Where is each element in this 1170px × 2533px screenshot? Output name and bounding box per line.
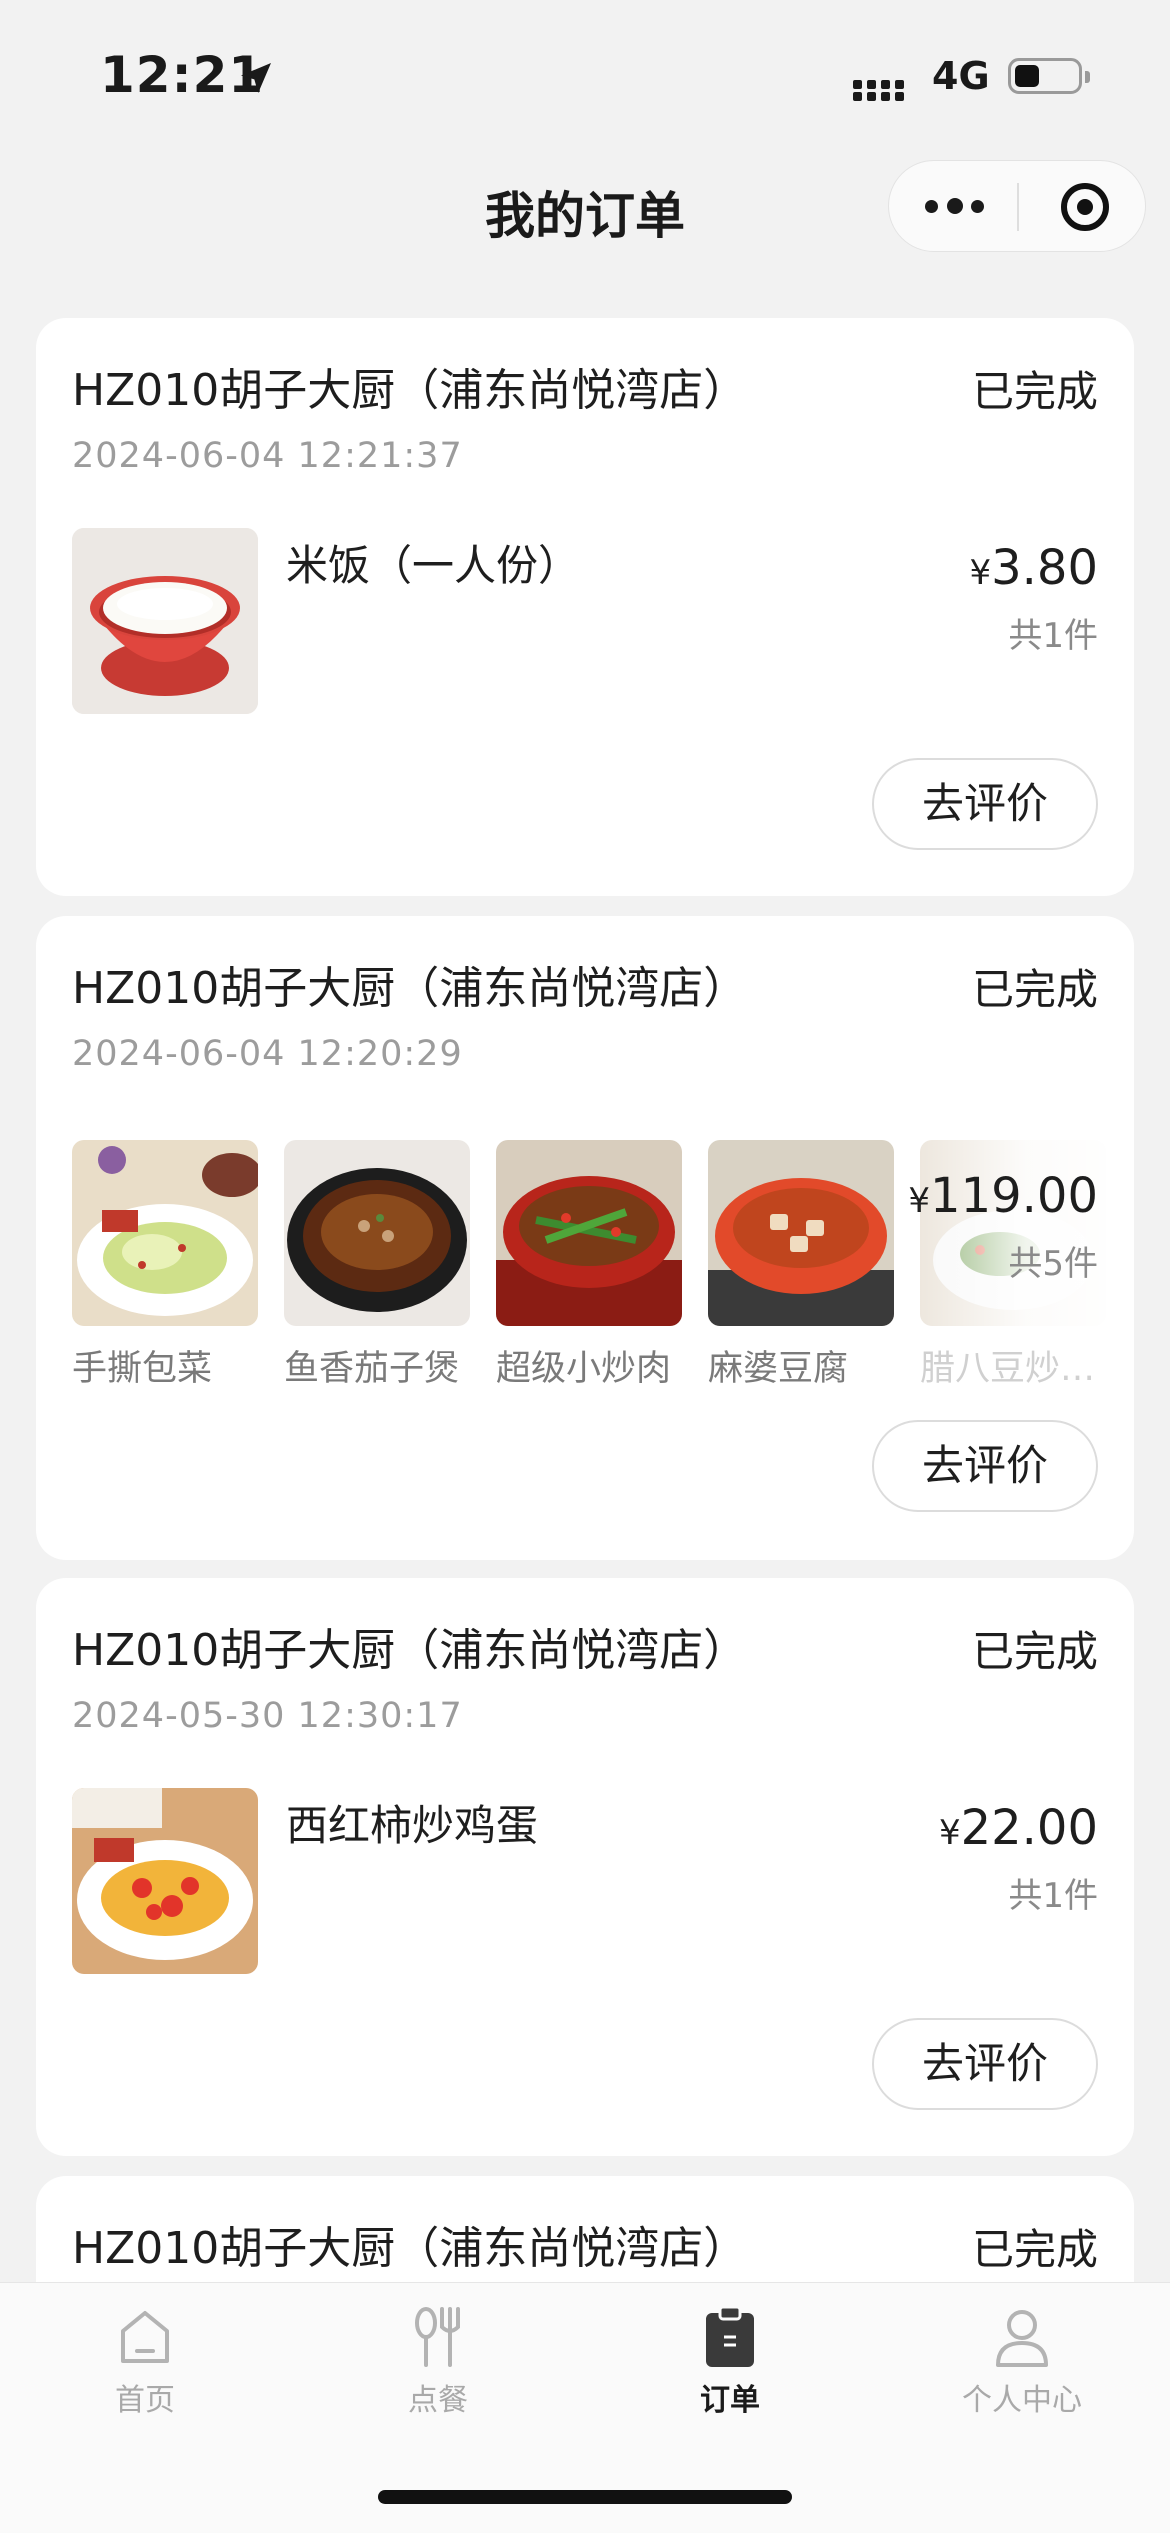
target-circle-icon[interactable] [1061, 183, 1109, 231]
price-value: 22.00 [960, 1800, 1098, 1856]
order-status: 已完成 [971, 2225, 1098, 2274]
dish-image [496, 1140, 682, 1326]
currency-symbol: ¥ [908, 1181, 931, 1221]
location-arrow-icon [241, 63, 271, 93]
tab-profile[interactable]: 个人中心 [922, 2305, 1122, 2419]
store-name: HZ010胡子大厨（浦东尚悦湾店） [72, 2223, 748, 2274]
tab-label: 点餐 [408, 2383, 468, 2418]
order-price: ¥3.80 [969, 540, 1098, 596]
mini-program-capsule [888, 160, 1146, 252]
currency-symbol: ¥ [969, 553, 992, 593]
item-count: 共5件 [1008, 1244, 1098, 1284]
battery-icon [1008, 58, 1090, 94]
more-dots-icon[interactable] [925, 191, 1015, 221]
price-value: 3.80 [991, 540, 1098, 596]
dish-label: 鱼香茄子煲 [284, 1349, 460, 1389]
home-indicator[interactable] [378, 2490, 792, 2504]
tab-label: 订单 [700, 2383, 760, 2418]
dish-label: 手撕包菜 [72, 1349, 213, 1389]
tab-home[interactable]: 首页 [45, 2305, 245, 2419]
tab-orders[interactable]: 订单 [630, 2305, 830, 2419]
order-status: 已完成 [971, 965, 1098, 1014]
order-price: ¥22.00 [939, 1800, 1098, 1856]
dish-image [708, 1140, 894, 1326]
item-count: 共1件 [1008, 616, 1098, 656]
review-button[interactable]: 去评价 [872, 1420, 1098, 1512]
item-count: 共1件 [1008, 1876, 1098, 1916]
item-name: 西红柿炒鸡蛋 [286, 1801, 539, 1850]
review-button[interactable]: 去评价 [872, 758, 1098, 850]
clipboard-icon [700, 2305, 760, 2369]
tab-label: 个人中心 [962, 2383, 1082, 2418]
dish-label: 超级小炒肉 [496, 1349, 672, 1389]
currency-symbol: ¥ [938, 1813, 961, 1853]
order-datetime: 2024-05-30 12:30:17 [72, 1696, 463, 1736]
tab-label: 首页 [115, 2383, 175, 2418]
capsule-divider [1017, 183, 1019, 231]
dish-image [284, 1140, 470, 1326]
order-datetime: 2024-06-04 12:21:37 [72, 436, 463, 476]
network-type: 4G [932, 54, 990, 98]
dish-image-tomato-egg [72, 1788, 258, 1974]
dish-label: 腊八豆炒… [920, 1349, 1096, 1389]
item-name: 米饭（一人份） [286, 541, 581, 590]
utensils-icon [408, 2305, 468, 2369]
order-card[interactable]: HZ010胡子大厨（浦东尚悦湾店） 已完成 2024-06-04 12:20:2… [36, 916, 1134, 1560]
store-name: HZ010胡子大厨（浦东尚悦湾店） [72, 365, 748, 416]
user-icon [992, 2305, 1052, 2369]
dish-image-rice [72, 528, 258, 714]
price-value: 119.00 [930, 1168, 1098, 1224]
dish-label: 麻婆豆腐 [708, 1349, 849, 1389]
order-datetime: 2024-06-04 12:20:29 [72, 1034, 463, 1074]
store-name: HZ010胡子大厨（浦东尚悦湾店） [72, 963, 748, 1014]
order-card[interactable]: HZ010胡子大厨（浦东尚悦湾店） 已完成 2024-06-04 12:21:3… [36, 318, 1134, 896]
home-icon [115, 2305, 175, 2369]
order-status: 已完成 [971, 1627, 1098, 1676]
order-card[interactable]: HZ010胡子大厨（浦东尚悦湾店） 已完成 2024-05-30 12:30:1… [36, 1578, 1134, 2156]
status-bar: 12:21 4G [0, 0, 1170, 150]
store-name: HZ010胡子大厨（浦东尚悦湾店） [72, 1625, 748, 1676]
order-price: ¥119.00 [908, 1168, 1098, 1224]
order-status: 已完成 [971, 367, 1098, 416]
review-button[interactable]: 去评价 [872, 2018, 1098, 2110]
dish-image [72, 1140, 258, 1326]
tab-order-food[interactable]: 点餐 [338, 2305, 538, 2419]
